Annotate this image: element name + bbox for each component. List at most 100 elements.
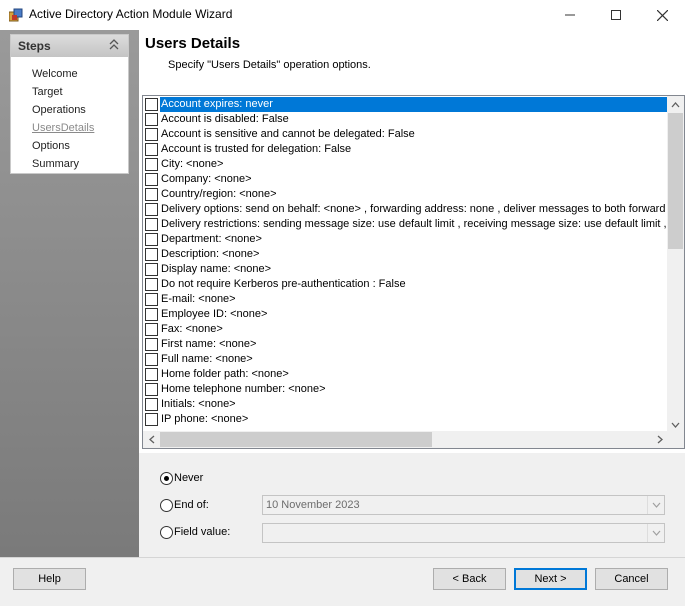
maximize-button[interactable] xyxy=(593,0,639,30)
vertical-scroll-thumb[interactable] xyxy=(668,113,683,249)
item-label: First name: <none> xyxy=(161,338,257,350)
list-item[interactable]: Department: <none> xyxy=(143,232,668,247)
step-options[interactable]: Options xyxy=(32,140,70,152)
vertical-scrollbar[interactable] xyxy=(667,96,684,433)
field-value-radio[interactable] xyxy=(160,526,173,539)
list-item[interactable]: Do not require Kerberos pre-authenticati… xyxy=(143,277,668,292)
item-label: City: <none> xyxy=(161,158,224,170)
item-checkbox[interactable] xyxy=(145,233,158,246)
item-checkbox[interactable] xyxy=(145,218,158,231)
collapse-icon[interactable] xyxy=(108,38,120,52)
never-radio[interactable] xyxy=(160,472,173,485)
item-checkbox[interactable] xyxy=(145,398,158,411)
item-checkbox[interactable] xyxy=(145,188,158,201)
cancel-button[interactable]: Cancel xyxy=(595,568,668,590)
maximize-icon xyxy=(611,10,621,20)
list-item[interactable]: Delivery restrictions: sending message s… xyxy=(143,217,668,232)
item-label: E-mail: <none> xyxy=(161,293,236,305)
item-label: Display name: <none> xyxy=(161,263,272,275)
chevron-down-icon[interactable] xyxy=(647,524,664,542)
list-item[interactable]: Country/region: <none> xyxy=(143,187,668,202)
title-bar: Active Directory Action Module Wizard xyxy=(0,0,685,30)
item-checkbox[interactable] xyxy=(145,308,158,321)
item-checkbox[interactable] xyxy=(145,203,158,216)
item-label: Delivery restrictions: sending message s… xyxy=(161,218,668,230)
item-checkbox[interactable] xyxy=(145,293,158,306)
item-label: Initials: <none> xyxy=(161,398,236,410)
steps-header: Steps xyxy=(11,35,128,57)
list-item[interactable]: Home telephone number: <none> xyxy=(143,382,668,397)
scroll-up-icon[interactable] xyxy=(667,96,684,113)
list-item[interactable]: Account is sensitive and cannot be deleg… xyxy=(143,127,668,142)
item-checkbox[interactable] xyxy=(145,173,158,186)
list-item[interactable]: Fax: <none> xyxy=(143,322,668,337)
item-checkbox[interactable] xyxy=(145,368,158,381)
item-checkbox[interactable] xyxy=(145,98,158,111)
list-item[interactable]: Employee ID: <none> xyxy=(143,307,668,322)
item-checkbox[interactable] xyxy=(145,338,158,351)
endof-date-picker[interactable]: 10 November 2023 xyxy=(262,495,665,515)
back-button[interactable]: < Back xyxy=(433,568,506,590)
item-label: Account is sensitive and cannot be deleg… xyxy=(161,128,415,140)
list-item[interactable]: Company: <none> xyxy=(143,172,668,187)
item-checkbox[interactable] xyxy=(145,158,158,171)
item-checkbox[interactable] xyxy=(145,113,158,126)
field-value-label: Field value: xyxy=(174,526,231,538)
help-button[interactable]: Help xyxy=(13,568,86,590)
list-item[interactable]: Display name: <none> xyxy=(143,262,668,277)
list-item[interactable]: Initials: <none> xyxy=(143,397,668,412)
item-checkbox[interactable] xyxy=(145,323,158,336)
list-item[interactable]: Home folder path: <none> xyxy=(143,367,668,382)
item-checkbox[interactable] xyxy=(145,278,158,291)
list-item[interactable]: Account expires: never xyxy=(143,97,668,112)
horizontal-scrollbar[interactable] xyxy=(143,431,668,448)
item-label: Account is trusted for delegation: False xyxy=(161,143,352,155)
list-item[interactable]: IP phone: <none> xyxy=(143,412,668,427)
item-label: Department: <none> xyxy=(161,233,262,245)
endof-radio[interactable] xyxy=(160,499,173,512)
item-checkbox[interactable] xyxy=(145,413,158,426)
expiry-options: Never End of: 10 November 2023 Field val… xyxy=(139,453,685,557)
list-item[interactable]: Account is trusted for delegation: False xyxy=(143,142,668,157)
item-checkbox[interactable] xyxy=(145,143,158,156)
next-button[interactable]: Next > xyxy=(514,568,587,590)
step-operations[interactable]: Operations xyxy=(32,104,86,116)
scroll-right-icon[interactable] xyxy=(651,431,668,448)
step-welcome[interactable]: Welcome xyxy=(32,68,78,80)
item-label: Delivery options: send on behalf: <none>… xyxy=(161,203,666,215)
step-summary[interactable]: Summary xyxy=(32,158,79,170)
properties-checklist[interactable]: Account expires: never Account is disable… xyxy=(142,95,685,449)
horizontal-scroll-thumb[interactable] xyxy=(160,432,432,447)
steps-box: Steps Welcome Target Operations UsersDetail… xyxy=(10,34,129,174)
step-target[interactable]: Target xyxy=(32,86,63,98)
chevron-down-icon[interactable] xyxy=(647,496,664,514)
item-label: Fax: <none> xyxy=(161,323,223,335)
item-label: Account expires: never xyxy=(160,97,668,112)
item-checkbox[interactable] xyxy=(145,248,158,261)
minimize-button[interactable] xyxy=(547,0,593,30)
scroll-left-icon[interactable] xyxy=(143,431,160,448)
list-item[interactable]: Delivery options: send on behalf: <none>… xyxy=(143,202,668,217)
item-label: Account is disabled: False xyxy=(161,113,289,125)
close-icon xyxy=(656,9,668,21)
step-usersdetails[interactable]: UsersDetails xyxy=(32,122,94,134)
item-checkbox[interactable] xyxy=(145,383,158,396)
steps-panel: Steps Welcome Target Operations UsersDetail… xyxy=(0,30,139,557)
list-item[interactable]: Full name: <none> xyxy=(143,352,668,367)
item-checkbox[interactable] xyxy=(145,353,158,366)
list-item[interactable]: Account is disabled: False xyxy=(143,112,668,127)
list-item[interactable]: City: <none> xyxy=(143,157,668,172)
field-value-select[interactable] xyxy=(262,523,665,543)
item-checkbox[interactable] xyxy=(145,263,158,276)
close-button[interactable] xyxy=(639,0,685,30)
item-label: IP phone: <none> xyxy=(161,413,249,425)
item-label: Do not require Kerberos pre-authenticati… xyxy=(161,278,406,290)
app-icon xyxy=(8,8,23,22)
item-label: Country/region: <none> xyxy=(161,188,277,200)
item-label: Employee ID: <none> xyxy=(161,308,268,320)
list-item[interactable]: First name: <none> xyxy=(143,337,668,352)
item-checkbox[interactable] xyxy=(145,128,158,141)
page-subtitle: Specify "Users Details" operation option… xyxy=(168,59,371,71)
list-item[interactable]: Description: <none> xyxy=(143,247,668,262)
list-item[interactable]: E-mail: <none> xyxy=(143,292,668,307)
